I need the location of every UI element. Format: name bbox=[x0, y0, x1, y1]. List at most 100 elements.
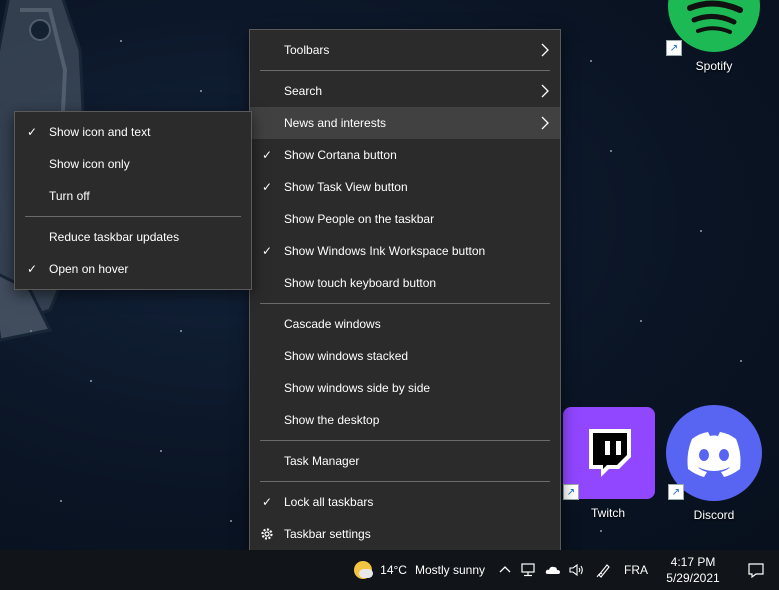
checkmark-icon: ✓ bbox=[261, 180, 273, 194]
star bbox=[160, 450, 162, 452]
menu-item-task-manager[interactable]: Task Manager bbox=[250, 445, 560, 477]
shortcut-arrow-icon: ↗ bbox=[666, 40, 682, 56]
menu-item-show-windows-stacked[interactable]: Show windows stacked bbox=[250, 340, 560, 372]
menu-item-label: Cascade windows bbox=[284, 317, 381, 331]
menu-item-label: Turn off bbox=[49, 189, 90, 203]
checkmark-icon: ✓ bbox=[261, 495, 273, 509]
menu-item-taskbar-settings[interactable]: Taskbar settings bbox=[250, 518, 560, 550]
menu-item-label: News and interests bbox=[284, 116, 387, 130]
shortcut-arrow-icon: ↗ bbox=[668, 484, 684, 500]
star bbox=[60, 500, 62, 502]
menu-separator bbox=[25, 216, 241, 217]
submenu-item-show-icon-only[interactable]: Show icon only bbox=[15, 148, 251, 180]
gear-icon bbox=[261, 528, 273, 540]
menu-item-label: Show the desktop bbox=[284, 413, 380, 427]
language-indicator: FRA bbox=[624, 563, 648, 577]
news-and-interests-widget[interactable]: 14°C Mostly sunny bbox=[346, 550, 493, 590]
pen-icon bbox=[596, 564, 610, 578]
onedrive-button[interactable] bbox=[541, 550, 565, 590]
chevron-right-icon bbox=[541, 43, 549, 57]
submenu-item-reduce-taskbar-updates[interactable]: Reduce taskbar updates bbox=[15, 221, 251, 253]
menu-item-search[interactable]: Search bbox=[250, 75, 560, 107]
desktop-icon-label: Spotify bbox=[695, 59, 733, 73]
menu-item-show-windows-ink[interactable]: ✓ Show Windows Ink Workspace button bbox=[250, 235, 560, 267]
star bbox=[600, 530, 602, 532]
star bbox=[200, 90, 202, 92]
submenu-item-show-icon-and-text[interactable]: ✓ Show icon and text bbox=[15, 116, 251, 148]
menu-separator bbox=[260, 481, 550, 482]
menu-item-label: Show icon only bbox=[49, 157, 130, 171]
shortcut-arrow-icon: ↗ bbox=[563, 484, 579, 500]
menu-item-label: Show Task View button bbox=[284, 180, 408, 194]
menu-item-show-task-view-button[interactable]: ✓ Show Task View button bbox=[250, 171, 560, 203]
clock-date: 5/29/2021 bbox=[666, 571, 720, 585]
menu-item-lock-all-taskbars[interactable]: ✓ Lock all taskbars bbox=[250, 486, 560, 518]
system-tray: 14°C Mostly sunny FRA 4:17 PM 5/29/2021 bbox=[346, 550, 779, 590]
network-icon bbox=[521, 563, 535, 577]
weather-sun-cloud-icon bbox=[354, 561, 374, 579]
chevron-up-icon bbox=[499, 566, 511, 573]
menu-item-show-touch-keyboard[interactable]: Show touch keyboard button bbox=[250, 267, 560, 299]
star bbox=[610, 150, 612, 152]
checkmark-icon: ✓ bbox=[261, 148, 273, 162]
submenu-item-turn-off[interactable]: Turn off bbox=[15, 180, 251, 212]
news-and-interests-submenu: ✓ Show icon and text Show icon only Turn… bbox=[14, 111, 252, 290]
notifications-icon bbox=[748, 563, 764, 578]
menu-item-label: Task Manager bbox=[284, 454, 360, 468]
star bbox=[700, 230, 702, 232]
star bbox=[120, 40, 122, 42]
menu-item-label: Taskbar settings bbox=[284, 527, 371, 541]
star bbox=[180, 330, 182, 332]
desktop-icon-discord[interactable]: Discord bbox=[666, 405, 762, 522]
menu-item-show-people[interactable]: Show People on the taskbar bbox=[250, 203, 560, 235]
taskbar[interactable]: 14°C Mostly sunny FRA 4:17 PM 5/29/2021 bbox=[0, 550, 779, 590]
star bbox=[740, 360, 742, 362]
menu-item-label: Show People on the taskbar bbox=[284, 212, 435, 226]
checkmark-icon: ✓ bbox=[261, 244, 273, 258]
desktop-icon-label: Twitch bbox=[590, 506, 625, 520]
menu-separator bbox=[260, 440, 550, 441]
action-center-button[interactable] bbox=[733, 550, 779, 590]
clock-button[interactable]: 4:17 PM 5/29/2021 bbox=[653, 550, 733, 590]
taskbar-context-menu: Toolbars Search News and interests ✓ Sho… bbox=[249, 29, 561, 555]
menu-item-label: Show windows side by side bbox=[284, 381, 431, 395]
menu-item-show-windows-side-by-side[interactable]: Show windows side by side bbox=[250, 372, 560, 404]
menu-separator bbox=[260, 303, 550, 304]
windows-ink-button[interactable] bbox=[589, 550, 619, 590]
menu-item-show-cortana-button[interactable]: ✓ Show Cortana button bbox=[250, 139, 560, 171]
menu-item-label: Show icon and text bbox=[49, 125, 151, 139]
menu-item-label: Lock all taskbars bbox=[284, 495, 374, 509]
menu-item-label: Reduce taskbar updates bbox=[49, 230, 180, 244]
desktop-icon-spotify[interactable]: Spotify bbox=[666, 0, 762, 73]
clock-time: 4:17 PM bbox=[670, 555, 716, 569]
menu-separator bbox=[260, 70, 550, 71]
onedrive-cloud-icon bbox=[545, 566, 560, 574]
weather-temperature: 14°C bbox=[380, 563, 407, 577]
input-language-button[interactable]: FRA bbox=[619, 550, 653, 590]
network-button[interactable] bbox=[517, 550, 541, 590]
menu-item-toolbars[interactable]: Toolbars bbox=[250, 34, 560, 66]
star bbox=[640, 320, 642, 322]
checkmark-icon: ✓ bbox=[26, 262, 38, 276]
menu-item-label: Show windows stacked bbox=[284, 349, 409, 363]
menu-item-show-desktop[interactable]: Show the desktop bbox=[250, 404, 560, 436]
menu-item-label: Open on hover bbox=[49, 262, 129, 276]
show-hidden-icons-button[interactable] bbox=[493, 550, 517, 590]
desktop-icon-label: Discord bbox=[693, 508, 735, 522]
star bbox=[90, 380, 92, 382]
chevron-right-icon bbox=[541, 116, 549, 130]
star bbox=[230, 520, 232, 522]
menu-item-cascade-windows[interactable]: Cascade windows bbox=[250, 308, 560, 340]
menu-item-label: Show Windows Ink Workspace button bbox=[284, 244, 486, 258]
chevron-right-icon bbox=[541, 84, 549, 98]
menu-item-label: Search bbox=[284, 84, 323, 98]
menu-item-label: Toolbars bbox=[284, 43, 330, 57]
weather-condition: Mostly sunny bbox=[414, 563, 485, 577]
desktop-icon-twitch[interactable]: Twitch bbox=[560, 407, 656, 520]
volume-icon bbox=[569, 563, 583, 577]
star bbox=[590, 60, 592, 62]
menu-item-label: Show touch keyboard button bbox=[284, 276, 437, 290]
volume-button[interactable] bbox=[565, 550, 589, 590]
menu-item-news-and-interests[interactable]: News and interests bbox=[250, 107, 560, 139]
submenu-item-open-on-hover[interactable]: ✓ Open on hover bbox=[15, 253, 251, 285]
